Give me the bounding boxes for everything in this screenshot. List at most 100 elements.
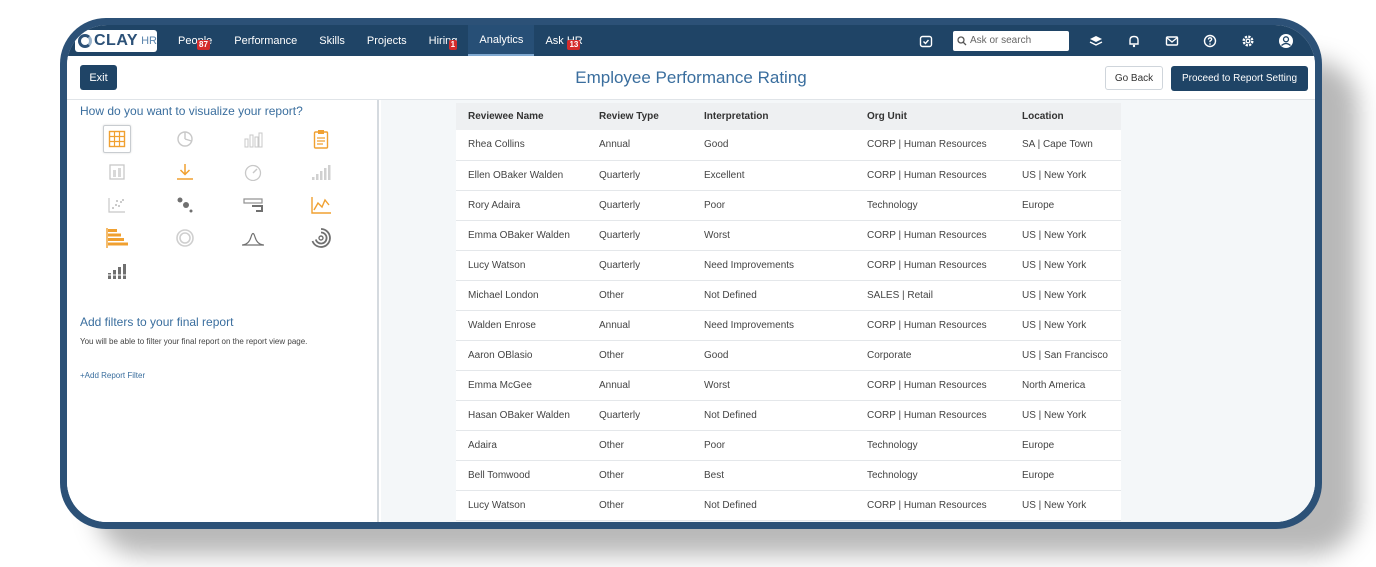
- add-report-filter-link[interactable]: +Add Report Filter: [80, 371, 145, 380]
- mail-icon[interactable]: [1153, 25, 1191, 56]
- table-cell: Other: [587, 340, 692, 371]
- table-cell: US | New York: [1010, 400, 1121, 431]
- table-cell: Hasan OBaker Walden: [456, 400, 587, 431]
- table-row[interactable]: Ellen OBaker Walden Quarterly Excellent COR…: [456, 160, 1121, 191]
- table-cell: Technology: [855, 190, 1010, 221]
- table-cell: Good: [692, 130, 855, 161]
- funnel-icon[interactable]: [239, 191, 267, 219]
- column-header[interactable]: Review Type: [587, 103, 692, 130]
- table-cell: Annual: [587, 310, 692, 341]
- table-row[interactable]: Emma OBaker Walden Quarterly Worst CORP | H…: [456, 220, 1121, 251]
- table-row[interactable]: Bell Tomwood Other Best Technology Europe: [456, 460, 1121, 491]
- column-header[interactable]: Location: [1010, 103, 1121, 130]
- table-cell: Walden Enrose: [456, 310, 587, 341]
- table-row[interactable]: Hasan OBaker Walden Quarterly Not Defined C…: [456, 400, 1121, 431]
- nav-item-skills[interactable]: Skills: [308, 25, 356, 56]
- clipboard-icon[interactable]: [307, 125, 335, 153]
- table-cell: Ellen OBaker Walden: [456, 160, 587, 191]
- nav-item-analytics[interactable]: Analytics: [468, 25, 535, 56]
- table-cell: Good: [692, 340, 855, 371]
- bell-curve-icon[interactable]: [239, 224, 267, 252]
- line-chart-icon[interactable]: [307, 191, 335, 219]
- help-icon[interactable]: [1191, 25, 1229, 56]
- people-badge: 87: [197, 40, 210, 50]
- search-box[interactable]: [953, 30, 1069, 51]
- table-cell: Not Defined: [692, 280, 855, 311]
- table-row[interactable]: Lucy Watson Quarterly Need Improvements COR…: [456, 250, 1121, 281]
- table-cell: SALES | Retail: [855, 280, 1010, 311]
- table-cell: CORP | Human Resources: [855, 310, 1010, 341]
- ascending-bars-icon[interactable]: [307, 158, 335, 186]
- table-cell: Quarterly: [587, 190, 692, 221]
- nav-label: Analytics: [479, 33, 524, 46]
- ask-hr-badge: 13: [567, 40, 581, 50]
- table-cell: Quarterly: [587, 160, 692, 191]
- radial-icon[interactable]: [307, 224, 335, 252]
- pie-chart-icon[interactable]: [171, 125, 199, 153]
- table-row[interactable]: Aaron OBlasio Other Good Corporate US | San …: [456, 340, 1121, 371]
- nav-item-hiring[interactable]: Hiring 1: [418, 25, 469, 56]
- table-row[interactable]: Emma McGee Annual Worst CORP | Human Resour…: [456, 370, 1121, 401]
- viz-options: [103, 125, 335, 285]
- table-cell: Rhea Collins: [456, 130, 587, 161]
- table-row[interactable]: Lucy Watson Other Not Defined CORP | Human …: [456, 490, 1121, 521]
- donut-icon[interactable]: [171, 224, 199, 252]
- search-input[interactable]: [970, 35, 1062, 46]
- table-cell: US | San Francisco: [1010, 340, 1121, 371]
- table-cell: Lucy Watson: [456, 490, 587, 521]
- avatar-icon[interactable]: [1267, 25, 1305, 56]
- table-cell: Adaira: [456, 430, 587, 461]
- table-cell: Lucy Watson: [456, 250, 587, 281]
- column-header[interactable]: Reviewee Name: [456, 103, 587, 130]
- visualization-panel: How do you want to visualize your report…: [67, 100, 379, 522]
- logo-text: CLAY: [94, 31, 139, 49]
- card-icon[interactable]: [103, 158, 131, 186]
- clayhr-logo[interactable]: CLAY HR: [75, 29, 157, 52]
- column-header[interactable]: Interpretation: [692, 103, 855, 130]
- nav-item-people[interactable]: People 87: [167, 25, 223, 56]
- table-row[interactable]: Michael London Other Not Defined SALES | Re…: [456, 280, 1121, 311]
- go-back-button[interactable]: Go Back: [1105, 66, 1163, 90]
- table-cell: North America: [1010, 370, 1121, 401]
- nav-item-performance[interactable]: Performance: [223, 25, 308, 56]
- table-cell: Technology: [855, 460, 1010, 491]
- gear-icon[interactable]: [1229, 25, 1267, 56]
- table-icon[interactable]: [103, 125, 131, 153]
- proceed-to-report-setting-button[interactable]: Proceed to Report Setting: [1171, 66, 1308, 91]
- nav-item-ask-hr[interactable]: Ask HR 13: [534, 25, 593, 56]
- table-cell: US | New York: [1010, 220, 1121, 251]
- table-cell: Excellent: [692, 160, 855, 191]
- nav-label: Skills: [319, 34, 345, 47]
- bell-icon[interactable]: [1115, 25, 1153, 56]
- viz-question: How do you want to visualize your report…: [80, 104, 303, 118]
- table-cell: Europe: [1010, 460, 1121, 491]
- bar-chart-icon[interactable]: [239, 125, 267, 153]
- column-header[interactable]: Org Unit: [855, 103, 1010, 130]
- table-cell: Quarterly: [587, 220, 692, 251]
- scatter-icon[interactable]: [103, 191, 131, 219]
- download-icon[interactable]: [171, 158, 199, 186]
- table-cell: Other: [587, 490, 692, 521]
- table-row[interactable]: Walden Enrose Annual Need Improvements CORP…: [456, 310, 1121, 341]
- table-cell: CORP | Human Resources: [855, 220, 1010, 251]
- table-cell: Poor: [692, 430, 855, 461]
- stacked-bars-icon[interactable]: [103, 257, 131, 285]
- report-header: Exit Employee Performance Rating Go Back…: [67, 56, 1315, 100]
- table-cell: Quarterly: [587, 400, 692, 431]
- report-table: Reviewee Name Review Type Interpretation…: [456, 103, 1121, 521]
- horizontal-bar-icon[interactable]: [103, 224, 131, 252]
- table-cell: CORP | Human Resources: [855, 490, 1010, 521]
- calendar-icon[interactable]: [907, 25, 945, 56]
- layers-icon[interactable]: [1077, 25, 1115, 56]
- table-row[interactable]: Rhea Collins Annual Good CORP | Human Resou…: [456, 130, 1121, 161]
- nav-label: Projects: [366, 34, 407, 47]
- nav-label: Performance: [234, 34, 298, 47]
- table-cell: Other: [587, 460, 692, 491]
- gauge-icon[interactable]: [239, 158, 267, 186]
- table-cell: CORP | Human Resources: [855, 370, 1010, 401]
- table-row[interactable]: Adaira Other Poor Technology Europe: [456, 430, 1121, 461]
- bubble-icon[interactable]: [171, 191, 199, 219]
- table-cell: Bell Tomwood: [456, 460, 587, 491]
- table-row[interactable]: Rory Adaira Quarterly Poor Technology Europe: [456, 190, 1121, 221]
- nav-item-projects[interactable]: Projects: [356, 25, 418, 56]
